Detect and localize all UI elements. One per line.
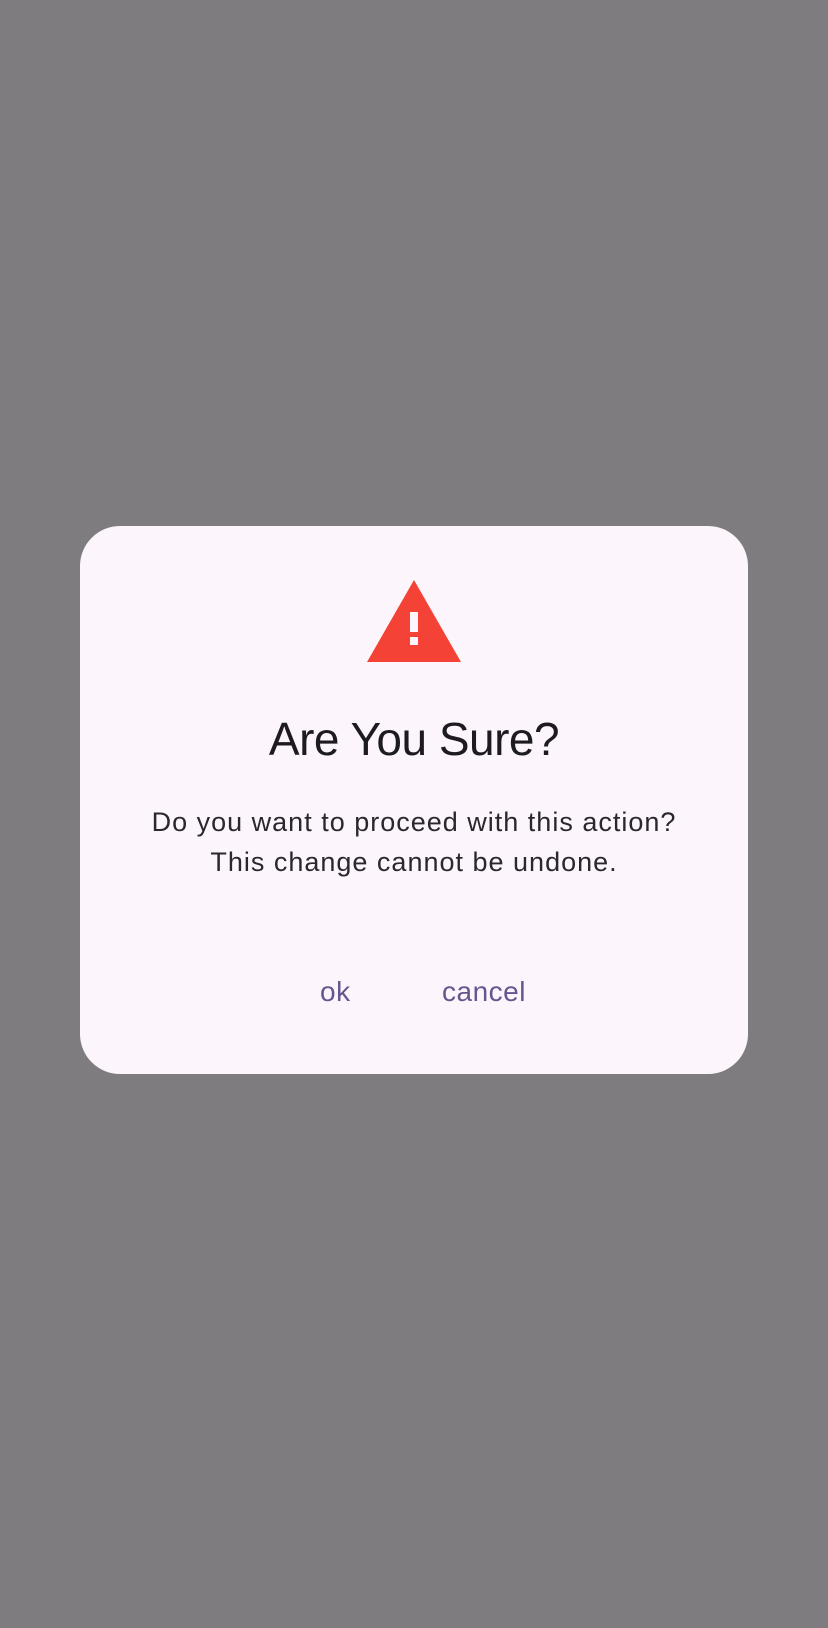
warning-icon-container	[80, 580, 748, 666]
confirm-dialog: Are You Sure? Do you want to proceed wit…	[80, 526, 748, 1074]
dialog-title: Are You Sure?	[268, 713, 560, 765]
warning-triangle-icon	[367, 580, 461, 662]
ok-button[interactable]: ok	[302, 952, 369, 1032]
dialog-message: Do you want to proceed with this action?…	[80, 802, 748, 882]
dialog-message-line-2: This change cannot be undone.	[210, 847, 618, 877]
dialog-actions: ok cancel	[80, 952, 748, 1032]
cancel-button[interactable]: cancel	[424, 952, 544, 1032]
dialog-message-line-1: Do you want to proceed with this action?	[151, 807, 677, 837]
